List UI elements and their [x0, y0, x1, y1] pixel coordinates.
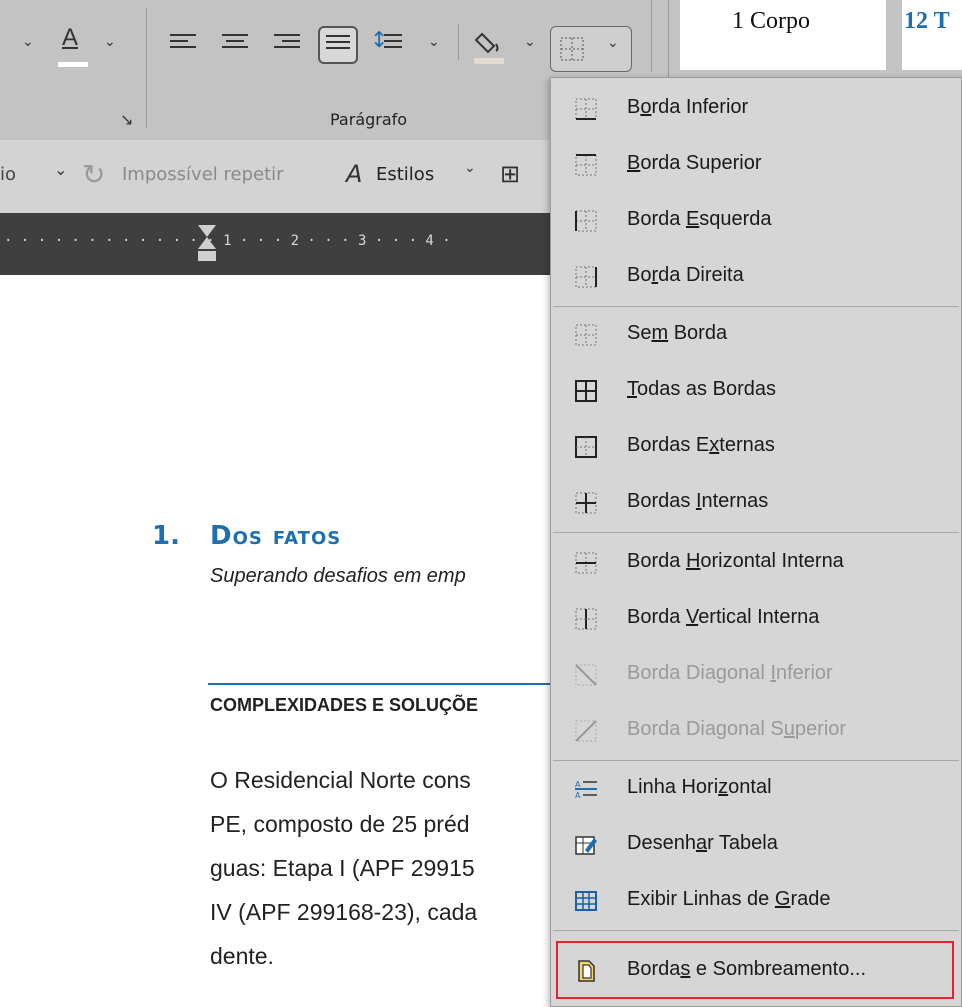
ruler-marks: · · · · · · · · · · · · · 1 · · · 2 · · …: [4, 233, 451, 249]
menu-item-label: Todas as Bordas: [627, 378, 776, 400]
group-divider: [651, 0, 652, 72]
style-title-label: 12 T: [904, 8, 950, 34]
styles-chevron[interactable]: ⌄: [464, 160, 476, 176]
shading-chevron[interactable]: ⌄: [524, 34, 536, 50]
font-color-button[interactable]: A: [58, 24, 88, 68]
menu-separator: [553, 532, 959, 533]
styles-icon[interactable]: A: [346, 160, 362, 188]
border-left-icon: [575, 210, 597, 232]
heading-text: Dos fatos: [210, 521, 342, 551]
section-rule: [208, 683, 550, 685]
horizontal-line-icon: AA: [575, 780, 597, 800]
menu-item-diagonal-up-border: Borda Diagonal Superior: [551, 704, 961, 760]
menu-item-label: Borda Horizontal Interna: [627, 550, 844, 572]
style-gallery-item-title[interactable]: 12 T: [902, 0, 962, 70]
line-spacing-chevron[interactable]: ⌄: [428, 34, 440, 50]
font-color-dropdown-chevron[interactable]: ⌄: [104, 34, 116, 50]
inside-borders-icon: [575, 492, 597, 514]
border-right-icon: [575, 266, 597, 288]
body-line: guas: Etapa I (APF 29915: [210, 855, 475, 881]
menu-item-all-borders[interactable]: Todas as Bordas: [551, 364, 961, 420]
draw-table-icon: [575, 836, 597, 855]
menu-item-label: Borda Inferior: [627, 96, 749, 118]
editor-icon[interactable]: ⊞: [500, 160, 520, 188]
menu-item-horizontal-line[interactable]: AA Linha Horizontal: [551, 762, 961, 818]
redo-icon[interactable]: ↻: [82, 158, 105, 191]
view-gridlines-icon: [575, 891, 597, 911]
undo-label[interactable]: io: [0, 164, 16, 185]
menu-separator: [553, 930, 959, 931]
font-color-swatch: [58, 62, 88, 67]
menu-item-label: Sem Borda: [627, 322, 728, 344]
style-body-label: 1 Corpo: [732, 8, 810, 34]
inside-horizontal-border-icon: [575, 552, 597, 574]
menu-item-label: Linha Horizontal: [627, 776, 772, 798]
borders-dropdown-button[interactable]: ⌄: [550, 26, 632, 72]
shading-icon[interactable]: [474, 28, 506, 66]
menu-item-label: Bordas Externas: [627, 434, 775, 456]
align-right-icon[interactable]: [274, 34, 300, 54]
menu-item-label: Desenhar Tabela: [627, 832, 778, 854]
menu-item-label: Bordas Internas: [627, 490, 769, 512]
borders-chevron: ⌄: [607, 35, 619, 51]
menu-item-inside-borders[interactable]: Bordas Internas: [551, 476, 961, 532]
heading-number: 1.: [152, 521, 180, 551]
menu-item-label: Borda Diagonal Inferior: [627, 662, 833, 684]
diagonal-down-border-icon: [575, 664, 597, 686]
body-line: O Residencial Norte cons: [210, 767, 471, 793]
group-divider: [146, 8, 147, 128]
align-center-icon[interactable]: [222, 34, 248, 54]
justify-icon: [326, 35, 352, 55]
paragraph-group-label: Parágrafo: [330, 110, 408, 129]
align-left-icon[interactable]: [170, 34, 196, 54]
menu-item-outside-borders[interactable]: Bordas Externas: [551, 420, 961, 476]
font-size-dropdown-chevron[interactable]: ⌄: [22, 34, 34, 50]
inside-vertical-border-icon: [575, 608, 597, 630]
menu-item-border-right[interactable]: Borda Direita: [551, 250, 961, 306]
menu-item-inside-horizontal-border[interactable]: Borda Horizontal Interna: [551, 536, 961, 592]
outside-borders-icon: [575, 436, 597, 458]
menu-item-label: Borda Superior: [627, 152, 762, 174]
menu-item-draw-table[interactable]: Desenhar Tabela: [551, 818, 961, 874]
menu-item-view-gridlines[interactable]: Exibir Linhas de Grade: [551, 874, 961, 930]
svg-text:A: A: [575, 780, 581, 789]
paragraph-dialog-launcher[interactable]: ↘: [120, 110, 133, 129]
border-bottom-icon: [575, 98, 597, 120]
menu-item-border-top[interactable]: Borda Superior: [551, 138, 961, 194]
menu-item-border-left[interactable]: Borda Esquerda: [551, 194, 961, 250]
undo-chevron[interactable]: ⌄: [54, 160, 67, 179]
redo-label[interactable]: Impossível repetir: [122, 164, 284, 185]
all-borders-icon: [575, 380, 597, 402]
justify-button[interactable]: [318, 26, 358, 64]
highlight-box: [556, 941, 954, 999]
menu-item-diagonal-down-border: Borda Diagonal Inferior: [551, 648, 961, 704]
no-border-icon: [575, 324, 597, 346]
menu-item-border-bottom[interactable]: Borda Inferior: [551, 82, 961, 138]
menu-item-no-border[interactable]: Sem Borda: [551, 308, 961, 364]
svg-text:A: A: [575, 791, 581, 800]
borders-icon: [560, 37, 584, 61]
body-line: IV (APF 299168-23), cada: [210, 899, 478, 925]
subtitle: Superando desafios em emp: [210, 565, 466, 587]
font-color-icon: A: [62, 24, 79, 51]
section-heading: COMPLEXIDADES E SOLUÇÕE: [210, 695, 479, 715]
body-line: PE, composto de 25 préd: [210, 811, 470, 837]
menu-separator: [553, 760, 959, 761]
menu-item-label: Exibir Linhas de Grade: [627, 888, 831, 910]
menu-item-label: Borda Vertical Interna: [627, 606, 820, 628]
menu-item-label: Borda Esquerda: [627, 208, 772, 230]
menu-item-label: Borda Direita: [627, 264, 744, 286]
divider: [458, 24, 459, 60]
border-top-icon: [575, 154, 597, 176]
styles-label[interactable]: Estilos: [376, 164, 434, 185]
diagonal-up-border-icon: [575, 720, 597, 742]
line-spacing-icon[interactable]: ↕: [370, 28, 410, 58]
borders-menu: Borda Inferior Borda Superior Borda Esqu…: [550, 77, 962, 1007]
style-gallery-item-body[interactable]: 1 Corpo: [680, 0, 886, 70]
menu-item-inside-vertical-border[interactable]: Borda Vertical Interna: [551, 592, 961, 648]
menu-separator: [553, 306, 959, 307]
body-line: dente.: [210, 943, 274, 969]
menu-item-label: Borda Diagonal Superior: [627, 718, 847, 740]
